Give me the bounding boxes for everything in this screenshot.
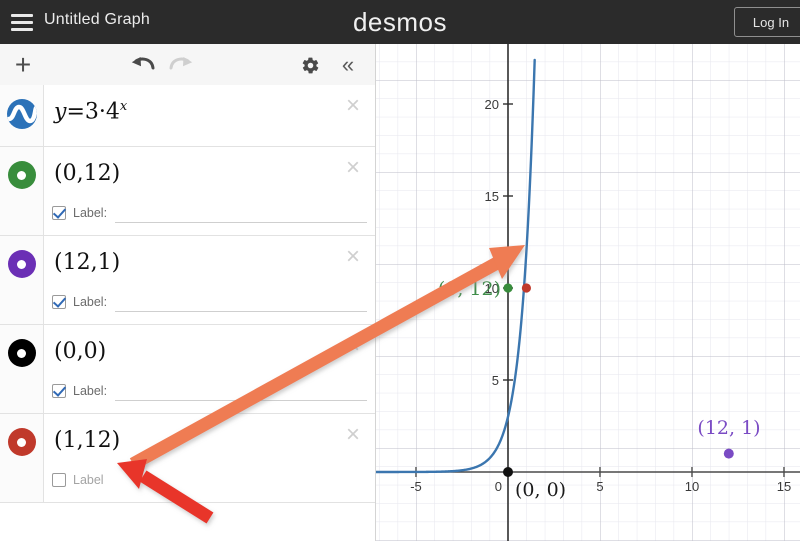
y-tick-label: 20 [485,97,499,112]
point-icon [7,428,36,456]
delete-expression-button[interactable]: × [341,334,365,359]
expression-body: (1,12) × Label [44,414,375,502]
y-tick-label: 15 [485,189,499,204]
math-eq: = [66,99,85,125]
gear-icon [302,57,318,73]
expression-body: (0,12) × Label: [44,147,375,235]
label-checkbox[interactable] [52,384,66,398]
expression-math-point[interactable]: (1,12) [54,428,120,453]
label-option-row: Label [52,469,367,491]
expression-body: (12,1) × Label: [44,236,375,324]
expression-row[interactable]: (0,12) × Label: [0,147,375,236]
expression-color-tab[interactable] [0,236,44,324]
graph-svg: 5 10 15 20 -5 0 5 10 15 (0, 12) (0, 0) (… [376,44,800,541]
math-base: 4 [105,99,120,125]
hamburger-menu-icon[interactable] [8,8,36,36]
expression-math-point[interactable]: (0,12) [54,161,120,186]
expression-toolbar: + « [0,44,375,86]
graph-point-12-1[interactable] [723,448,734,459]
expression-math-point[interactable]: (0,0) [54,339,106,364]
graph-point-0-12[interactable] [503,283,513,293]
redo-button[interactable] [166,52,196,78]
label-checkbox[interactable] [52,295,66,309]
delete-expression-button[interactable]: × [341,245,365,270]
expression-row[interactable]: (1,12) × Label [0,414,375,503]
curve-icon [6,99,37,129]
graph-point-1-12[interactable] [521,283,531,293]
collapse-panel-button[interactable]: « [335,52,361,78]
x-tick-label: -5 [410,479,422,494]
math-lhs: y [54,99,67,125]
delete-expression-button[interactable]: × [341,156,365,181]
x-tick-label: 5 [596,479,603,494]
math-exponent: x [119,99,128,114]
y-tick-label: 5 [492,373,499,388]
add-expression-button[interactable]: + [6,48,40,82]
point-icon [7,161,36,189]
settings-button[interactable] [297,53,323,77]
expression-math-point[interactable]: (12,1) [54,250,120,275]
label-checkbox[interactable] [52,473,66,487]
top-navbar: Untitled Graph desmos Log In [0,0,800,44]
graph-canvas[interactable]: 5 10 15 20 -5 0 5 10 15 (0, 12) (0, 0) (… [376,44,800,541]
desmos-logo-text: desmos [352,6,448,37]
label-input[interactable] [115,292,367,312]
label-caption: Label: [73,295,108,309]
redo-arrow-icon [169,57,193,70]
login-button[interactable]: Log In [734,7,800,37]
expression-color-tab[interactable] [0,147,44,235]
graph-point-label-0-0: (0, 0) [515,479,566,501]
expression-panel: + « y=3·4x × (0,12) × Label: (12,1) × La… [0,44,376,541]
hamburger-bar [11,13,33,17]
point-icon [7,250,36,278]
expression-row[interactable]: (12,1) × Label: [0,236,375,325]
delete-expression-button[interactable]: × [341,94,365,119]
label-caption: Label [73,473,104,487]
math-coef: 3 [84,99,99,125]
hamburger-bar [11,20,33,24]
label-caption: Label: [73,206,108,220]
delete-expression-button[interactable]: × [341,423,365,448]
undo-button[interactable] [128,52,158,78]
math-dot: · [98,99,106,125]
graph-point-0-0[interactable] [503,467,513,477]
expression-math-function[interactable]: y=3·4x [54,99,127,124]
undo-arrow-icon [131,57,155,70]
label-option-row: Label: [52,380,367,402]
graph-point-label-0-12: (0, 12) [438,278,501,300]
expression-list: y=3·4x × (0,12) × Label: (12,1) × Label:… [0,85,375,541]
x-tick-label: 10 [685,479,699,494]
expression-row[interactable]: (0,0) × Label: [0,325,375,414]
graph-point-label-12-1: (12, 1) [697,417,760,439]
graph-title[interactable]: Untitled Graph [44,11,150,29]
label-option-row: Label: [52,291,367,313]
x-tick-label-origin: 0 [495,479,502,494]
label-input[interactable] [115,381,367,401]
expression-row[interactable]: y=3·4x × [0,85,375,147]
label-checkbox[interactable] [52,206,66,220]
expression-color-tab[interactable] [0,325,44,413]
point-icon [7,339,36,367]
expression-color-tab[interactable] [0,85,44,146]
x-tick-label: 15 [777,479,791,494]
expression-body: y=3·4x × [44,85,375,146]
label-caption: Label: [73,384,108,398]
desmos-calculator-app: Untitled Graph desmos Log In + « y=3·4x … [0,0,800,541]
label-input[interactable] [115,203,367,223]
expression-body: (0,0) × Label: [44,325,375,413]
hamburger-bar [11,27,33,31]
label-option-row: Label: [52,202,367,224]
expression-color-tab[interactable] [0,414,44,502]
